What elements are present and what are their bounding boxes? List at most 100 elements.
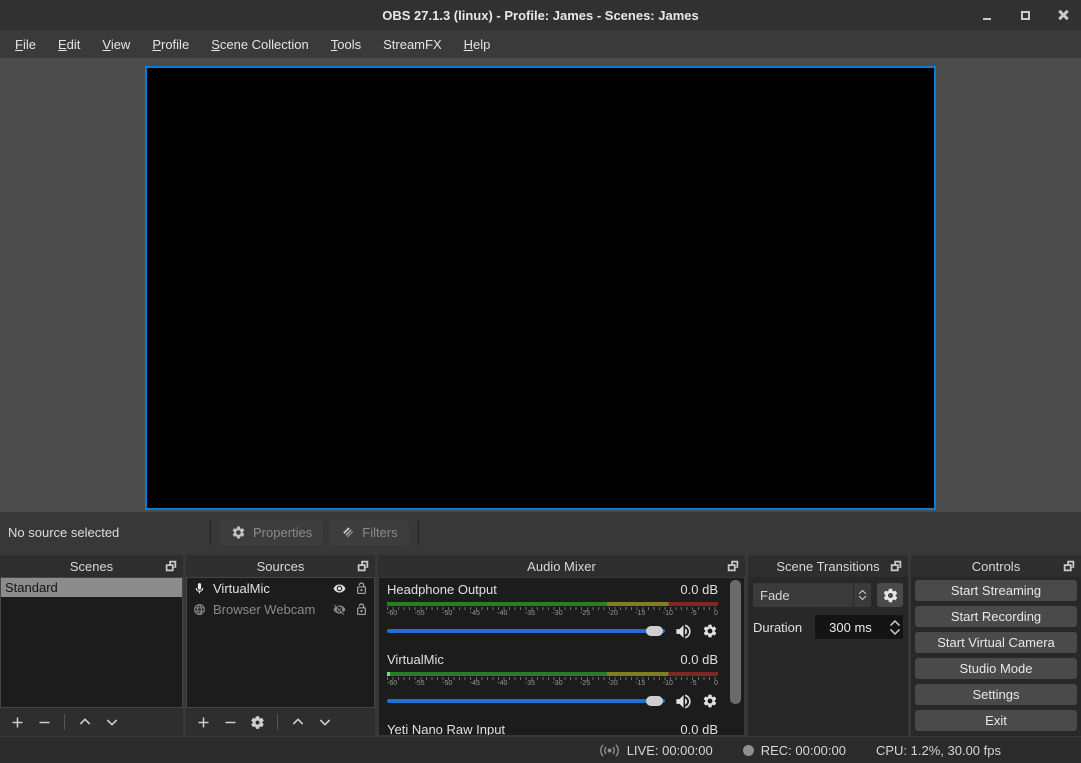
scene-item-standard[interactable]: Standard bbox=[1, 578, 182, 597]
move-scene-down-button[interactable] bbox=[103, 713, 121, 731]
menu-view[interactable]: View bbox=[91, 33, 141, 56]
combo-spinner-icon[interactable] bbox=[853, 583, 871, 607]
volume-slider[interactable] bbox=[387, 629, 665, 633]
channel-name: VirtualMic bbox=[387, 652, 444, 667]
source-row-virtualmic[interactable]: VirtualMic bbox=[187, 578, 374, 599]
move-scene-up-button[interactable] bbox=[76, 713, 94, 731]
popout-icon bbox=[889, 559, 903, 573]
transition-properties-button[interactable] bbox=[877, 583, 903, 607]
popout-icon bbox=[726, 559, 740, 573]
mixer-channel-virtualmic: VirtualMic 0.0 dB -60-55-50-45-40-35-30-… bbox=[387, 652, 718, 709]
title-bar: OBS 27.1.3 (linux) - Profile: James - Sc… bbox=[0, 0, 1081, 30]
toolbar-separator bbox=[277, 714, 278, 730]
source-label: Browser Webcam bbox=[213, 602, 324, 617]
move-source-down-button[interactable] bbox=[316, 713, 334, 731]
window-title: OBS 27.1.3 (linux) - Profile: James - Sc… bbox=[0, 8, 1081, 23]
menu-profile[interactable]: Profile bbox=[141, 33, 200, 56]
studio-mode-button[interactable]: Studio Mode bbox=[915, 658, 1077, 679]
mixer-channel-yeti-nano: Yeti Nano Raw Input 0.0 dB -60-55-50-45-… bbox=[387, 722, 718, 736]
tick-label: -10 bbox=[663, 610, 673, 618]
spin-up-icon[interactable] bbox=[889, 619, 901, 627]
cpu-fps-text: CPU: 1.2%, 30.00 fps bbox=[876, 743, 1001, 758]
start-virtual-camera-button[interactable]: Start Virtual Camera bbox=[915, 632, 1077, 653]
menu-streamfx[interactable]: StreamFX bbox=[372, 33, 453, 56]
source-row-browser-webcam[interactable]: Browser Webcam bbox=[187, 599, 374, 620]
scene-transitions-title: Scene Transitions bbox=[776, 559, 879, 574]
scene-transitions-panel: Scene Transitions Fade bbox=[748, 555, 908, 736]
mixer-scrollbar[interactable] bbox=[730, 580, 741, 704]
lock-open-icon[interactable] bbox=[355, 603, 368, 616]
record-dot-icon bbox=[743, 745, 754, 756]
tick-label: -35 bbox=[525, 680, 535, 688]
preview-canvas[interactable] bbox=[145, 66, 936, 510]
speaker-unmuted-icon[interactable] bbox=[674, 692, 693, 711]
duration-label: Duration bbox=[753, 620, 809, 635]
channel-name: Headphone Output bbox=[387, 582, 497, 597]
sources-title: Sources bbox=[257, 559, 305, 574]
add-source-button[interactable] bbox=[194, 713, 212, 731]
tick-label: -5 bbox=[690, 680, 696, 688]
toolbar-separator bbox=[210, 520, 211, 546]
tick-label: -35 bbox=[525, 610, 535, 618]
menu-tools[interactable]: Tools bbox=[320, 33, 372, 56]
start-streaming-button[interactable]: Start Streaming bbox=[915, 580, 1077, 601]
tick-label: -15 bbox=[635, 610, 645, 618]
tick-label: -45 bbox=[470, 680, 480, 688]
move-source-up-button[interactable] bbox=[289, 713, 307, 731]
start-recording-button[interactable]: Start Recording bbox=[915, 606, 1077, 627]
tick-label: -60 bbox=[387, 610, 397, 618]
properties-button[interactable]: Properties bbox=[220, 519, 323, 546]
visibility-eye-icon[interactable] bbox=[331, 582, 348, 595]
volume-slider-handle[interactable] bbox=[646, 626, 663, 636]
scene-transitions-header: Scene Transitions bbox=[748, 555, 908, 577]
maximize-button[interactable] bbox=[1017, 7, 1033, 23]
speaker-unmuted-icon[interactable] bbox=[674, 622, 693, 641]
scenes-list[interactable]: Standard bbox=[0, 577, 183, 708]
live-status: LIVE: 00:00:00 bbox=[599, 743, 713, 758]
source-properties-button[interactable] bbox=[248, 713, 266, 731]
minimize-button[interactable] bbox=[979, 7, 995, 23]
menu-edit[interactable]: Edit bbox=[47, 33, 91, 56]
menu-bar: File Edit View Profile Scene Collection … bbox=[0, 30, 1081, 58]
duration-value: 300 ms bbox=[815, 620, 886, 635]
gear-icon[interactable] bbox=[702, 693, 718, 709]
tick-label: -25 bbox=[580, 680, 590, 688]
gear-icon bbox=[882, 587, 899, 604]
controls-body: Start Streaming Start Recording Start Vi… bbox=[911, 577, 1081, 736]
remove-source-button[interactable] bbox=[221, 713, 239, 731]
rec-time-text: REC: 00:00:00 bbox=[761, 743, 846, 758]
spin-down-icon[interactable] bbox=[889, 628, 901, 636]
audio-mixer-body: Headphone Output 0.0 dB -60 -55 -50 -45 -40 -… bbox=[378, 577, 745, 736]
gear-icon bbox=[250, 715, 265, 730]
add-scene-button[interactable] bbox=[8, 713, 26, 731]
channel-level: 0.0 dB bbox=[680, 582, 718, 597]
exit-button[interactable]: Exit bbox=[915, 710, 1077, 731]
transition-select[interactable]: Fade bbox=[753, 583, 871, 607]
workspace bbox=[0, 58, 1081, 512]
filters-button[interactable]: Filters bbox=[329, 519, 408, 546]
mixer-channel-headphone-output: Headphone Output 0.0 dB -60-55-50-45-40-… bbox=[387, 582, 718, 639]
volume-slider-handle[interactable] bbox=[646, 696, 663, 706]
volume-slider[interactable] bbox=[387, 699, 665, 703]
menu-scene-collection[interactable]: Scene Collection bbox=[200, 33, 320, 56]
tick-label: -15 bbox=[635, 680, 645, 688]
audio-mixer-panel: Audio Mixer Headphone Output 0.0 dB -60-… bbox=[378, 555, 745, 736]
duration-spinbox[interactable]: 300 ms bbox=[815, 615, 903, 639]
menu-help[interactable]: Help bbox=[453, 33, 502, 56]
broadcast-icon bbox=[599, 743, 620, 758]
settings-button[interactable]: Settings bbox=[915, 684, 1077, 705]
visibility-eye-off-icon[interactable] bbox=[331, 603, 348, 616]
gear-icon[interactable] bbox=[702, 623, 718, 639]
remove-scene-button[interactable] bbox=[35, 713, 53, 731]
tick-label: -40 bbox=[497, 680, 507, 688]
sources-list[interactable]: VirtualMic Browser Webcam bbox=[186, 577, 375, 708]
menu-file[interactable]: File bbox=[4, 33, 47, 56]
lock-open-icon[interactable] bbox=[355, 582, 368, 595]
tick-label: -50 bbox=[442, 680, 452, 688]
filter-icon bbox=[340, 525, 355, 540]
tick-label: -55 bbox=[415, 610, 425, 618]
close-button[interactable] bbox=[1055, 7, 1071, 23]
volume-meter bbox=[387, 672, 718, 676]
channel-level: 0.0 dB bbox=[680, 652, 718, 667]
tick-label: -45 bbox=[470, 610, 480, 618]
